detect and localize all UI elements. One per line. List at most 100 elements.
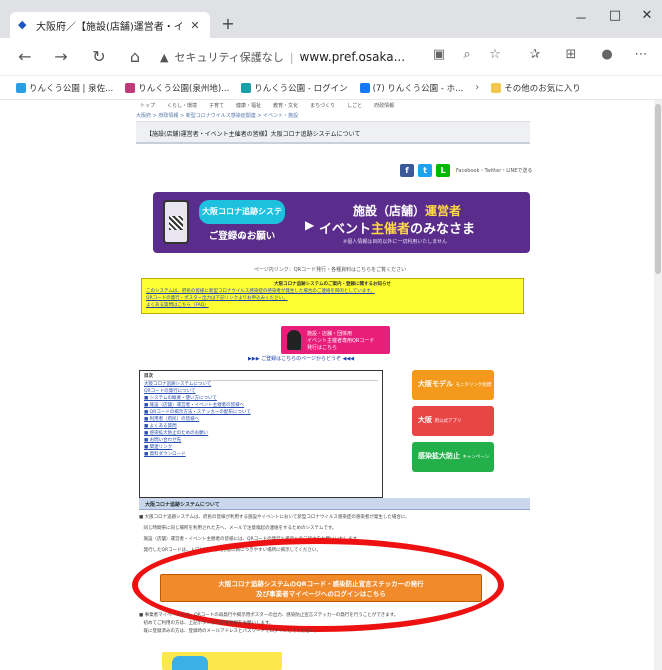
body-paragraph: ■ 大阪コロナ追跡システムは、府民の皆様が利用する施設やイベントにおいて新型コロ… — [139, 515, 410, 520]
home-icon[interactable]: ⌂ — [124, 47, 146, 67]
body-paragraph: 同じ時間帯に同じ場所を利用された方へ、メールで注意喚起の連絡をするためのシステム… — [139, 526, 337, 531]
warning-icon: ▲ — [160, 50, 169, 64]
refresh-icon[interactable]: ↻ — [88, 47, 110, 67]
registration-banner[interactable]: 大阪コロナ追跡システム ご登録のお願い ▶ 施設（店舗）運営者 イベント主催者の… — [153, 192, 530, 253]
more-menu-icon[interactable]: ⋯ — [630, 47, 652, 62]
footer-paragraph: 初めてご利用の方は、上記ボタンから新規登録をお願いします。 — [139, 621, 274, 626]
body-paragraph: 発行したQRコードは、入口付近など利用者の目につきやすい場所に掲示してください。 — [139, 548, 321, 553]
close-tab-icon[interactable]: ✕ — [188, 19, 202, 32]
facebook-icon[interactable]: f — [400, 164, 414, 177]
toc-item[interactable]: ■ お問い合わせ先 — [144, 437, 378, 444]
site-favicon-icon: ◆ — [18, 18, 27, 31]
favorite-label: (7) りんくう公園 - ホ... — [372, 83, 464, 94]
banner-logo-icon — [172, 656, 208, 670]
back-arrow-icon[interactable]: ← — [14, 47, 36, 67]
minimize-button[interactable]: － — [566, 8, 596, 27]
toc-item[interactable]: ■ よくある質問 — [144, 423, 378, 430]
site-nav-item[interactable]: くらし・環境 — [167, 102, 197, 112]
folder-icon — [491, 82, 502, 93]
favorite-site-icon — [241, 82, 252, 93]
osaka-app-button[interactable]: 大阪 府公式アプリ — [412, 406, 494, 436]
notice-line[interactable]: QRコードの発行・ポスター出力は下記リンクよりお申込みください。 — [146, 295, 519, 302]
play-arrow-icon: ▶ — [305, 218, 315, 232]
twitter-icon[interactable]: t — [418, 164, 432, 177]
favorite-label: りんくう公園(泉州地)... — [138, 83, 230, 94]
page-anchor-link[interactable]: ページ内リンク：QRコード発行・各種資料はこちらをご覧ください — [200, 266, 460, 273]
toc-heading: 目次 — [144, 373, 378, 381]
favorites-bar: りんくう公園 | 泉佐... りんくう公園(泉州地)... りんくう公園 - ログイ… — [0, 76, 662, 100]
qr-issue-line-1: 施設・店舗・団体用 — [307, 331, 353, 337]
favorite-link[interactable]: (7) りんくう公園 - ホ... — [359, 82, 464, 94]
notice-line[interactable]: このシステムは、府民の皆様に新型コロナウイルス感染症の感染者が発生した場合のご連… — [146, 288, 519, 295]
person-icon — [287, 330, 301, 350]
divider: | — [289, 50, 294, 64]
favorite-site-icon — [125, 82, 136, 93]
site-nav-item[interactable]: しごと — [347, 102, 362, 112]
web-page: トップ くらし・環境 子育て 健康・福祉 教育・文化 まちづくり しごと 府政情報 大阪府 >… — [0, 100, 662, 670]
breadcrumb[interactable]: 大阪府 > 府政情報 > 新型コロナウイルス感染症関連 > イベント・施設 — [136, 112, 530, 122]
site-nav-item[interactable]: 教育・文化 — [273, 102, 298, 112]
browser-tab[interactable]: ◆ 大阪府／【施設(店舗)運営者・イ ✕ — [10, 12, 210, 38]
banner-line-1: 施設（店舗）運営者 — [353, 204, 462, 218]
banner-request: ご登録のお願い — [208, 231, 276, 242]
toc-item[interactable]: ■ 感染拡大防止のためのお願い — [144, 430, 378, 437]
new-tab-button[interactable]: + — [218, 14, 238, 34]
registration-link[interactable]: ▶▶▶ ご登録はこちらのページからどうぞ ◀◀◀ — [248, 355, 428, 362]
read-aloud-icon[interactable]: ▣ — [428, 47, 450, 62]
toc-item[interactable]: 大阪コロナ追跡システムについて — [144, 381, 378, 388]
login-button-line-1: 大阪コロナ追跡システムのQRコード・感染防止宣言ステッカーの発行 — [218, 580, 424, 588]
bottom-banner[interactable] — [162, 652, 282, 670]
qr-issue-line-3: 発行はこちら — [307, 345, 338, 351]
system-logo: 大阪コロナ追跡システム — [199, 200, 285, 240]
toc-item[interactable]: ■ 施設（店舗）運営者・イベント主催者の皆様へ — [144, 402, 378, 409]
favorite-star-icon[interactable]: ☆ — [484, 47, 506, 62]
scrollbar-thumb[interactable] — [655, 104, 661, 274]
line-icon[interactable]: L — [436, 164, 450, 177]
osaka-model-button[interactable]: 大阪モデル モニタリング指標 — [412, 370, 494, 400]
favorite-site-icon — [16, 82, 26, 93]
site-nav-item[interactable]: トップ — [140, 102, 155, 112]
toc-item[interactable]: QRコードの発行について — [144, 388, 378, 395]
favorite-site-icon — [359, 82, 370, 93]
login-qr-button[interactable]: 大阪コロナ追跡システムのQRコード・感染防止宣言ステッカーの発行 及び事業者マイ… — [160, 574, 482, 602]
toc-item[interactable]: ■ QRコードの掲示方法・ステッカーの配布について — [144, 409, 378, 416]
toc-item[interactable]: ■ 利用者（府民）の皆様へ — [144, 416, 378, 423]
footer-paragraph: 既に登録済みの方は、登録時のメールアドレスとパスワードでログインしてください。 — [139, 629, 319, 634]
title-bar: ◆ 大阪府／【施設(店舗)運営者・イ ✕ + － □ ✕ — [0, 0, 662, 38]
banner-line-2: イベント主催者のみなさま — [319, 222, 476, 237]
site-nav-item[interactable]: まちづくり — [310, 102, 335, 112]
favorites-folder[interactable]: その他のお気に入り — [491, 82, 581, 94]
favorite-link[interactable]: りんくう公園(泉州地)... — [125, 82, 229, 94]
toc-item[interactable]: ■ 関連リンク — [144, 444, 378, 451]
zoom-icon[interactable]: ⌕ — [456, 47, 478, 62]
maximize-button[interactable]: □ — [600, 8, 630, 23]
qr-code-icon — [169, 216, 183, 230]
footer-paragraph: ■ 事業者マイページでは、QRコードの再発行や掲示用ポスターの出力、感染防止宣言… — [139, 613, 399, 618]
notice-line[interactable]: よくある質問はこちら（FAQ） — [146, 302, 519, 309]
social-share: f t L Facebook・Twitter・LINEで送る — [400, 164, 532, 177]
site-nav-item[interactable]: 子育て — [209, 102, 224, 112]
favorite-link[interactable]: りんくう公園 | 泉佐... — [16, 82, 113, 94]
site-nav-item[interactable]: 府政情報 — [374, 102, 394, 112]
notice-title: 大阪コロナ追跡システムのご案内・登録に関するお知らせ — [274, 282, 391, 287]
prevention-campaign-button[interactable]: 感染拡大防止 キャンペーン — [412, 442, 494, 472]
folder-label: その他のお気に入り — [504, 83, 581, 94]
toc-item[interactable]: ■ 資料ダウンロード — [144, 451, 378, 458]
favorite-link[interactable]: りんくう公園 - ログイン — [241, 82, 348, 94]
share-label: Facebook・Twitter・LINEで送る — [456, 168, 533, 174]
smartphone-icon — [163, 200, 189, 244]
favorites-icon[interactable]: ✰ — [524, 47, 546, 62]
qr-issue-button[interactable]: 施設・店舗・団体用 イベント主催者専用QRコード 発行はこちら — [281, 326, 390, 354]
footer-text: ■ 事業者マイページでは、QRコードの再発行や掲示用ポスターの出力、感染防止宣言… — [139, 612, 530, 652]
site-nav-item[interactable]: 健康・福祉 — [236, 102, 261, 112]
collections-icon[interactable]: ⊞ — [560, 47, 582, 62]
toc-item[interactable]: ■ システムの概要・使い方について — [144, 395, 378, 402]
page-title: 【施設(店舗)運営者・イベント主催者の皆様】大阪コロナ追跡システムについて — [136, 122, 530, 144]
close-window-button[interactable]: ✕ — [632, 8, 662, 23]
site-navigation: トップ くらし・環境 子育て 健康・福祉 教育・文化 まちづくり しごと 府政情報 — [140, 102, 530, 112]
login-button-line-2: 及び事業者マイページへのログインはこちら — [256, 590, 386, 598]
forward-arrow-icon[interactable]: → — [50, 47, 72, 67]
chevron-right-icon[interactable]: › — [475, 82, 479, 93]
table-of-contents: 目次 大阪コロナ追跡システムについて QRコードの発行について ■ システムの概要・… — [139, 370, 383, 498]
profile-icon[interactable]: ● — [596, 47, 618, 62]
